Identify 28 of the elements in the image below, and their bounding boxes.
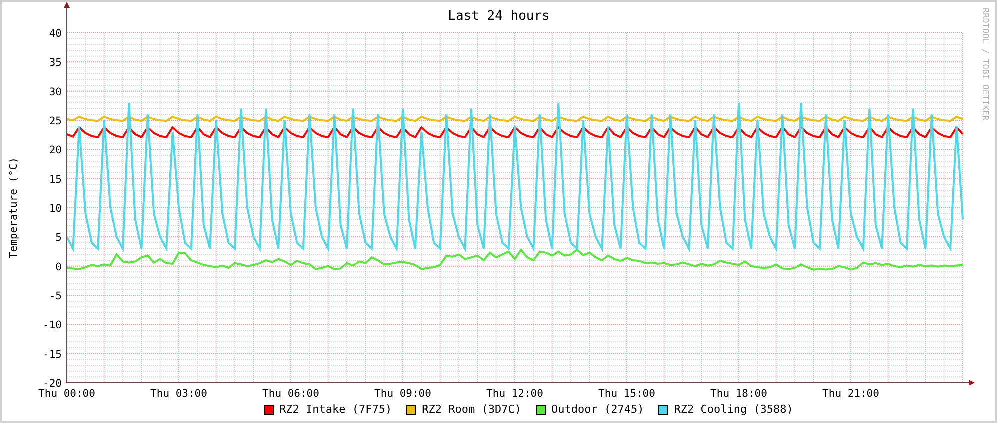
tick-label: Thu 00:00 <box>38 388 96 398</box>
side-text: RRDTOOL / TOBI OETIKER <box>980 8 990 121</box>
tick-label: Thu 15:00 <box>598 388 656 398</box>
tick-label: Thu 18:00 <box>710 388 768 398</box>
axis-title: Temperature (°C) <box>8 157 20 259</box>
tick-label: 0 <box>56 261 62 274</box>
tick-label: 30 <box>49 86 62 98</box>
tick-label: 25 <box>49 116 62 128</box>
tick-label: 15 <box>49 174 62 186</box>
legend-label: Outdoor (2745) <box>552 403 644 416</box>
legend-label: RZ2 Room (3D7C) <box>422 403 522 416</box>
tick-label: Thu 06:00 <box>262 388 320 398</box>
tick-label: -5 <box>49 290 62 302</box>
chart-title: Last 24 hours <box>448 9 550 24</box>
tick-label: Thu 09:00 <box>374 388 432 398</box>
tick-label: 10 <box>49 203 62 215</box>
tick-label: -10 <box>43 320 62 332</box>
legend-label: RZ2 Cooling (3588) <box>674 403 794 416</box>
tick-label: -20 <box>43 378 62 390</box>
tick-label: Thu 21:00 <box>822 388 880 398</box>
tick-label: 20 <box>49 144 62 157</box>
tick-label: 35 <box>49 57 62 70</box>
tick-label: Thu 12:00 <box>486 388 544 398</box>
legend-label: RZ2 Intake (7F75) <box>280 403 392 416</box>
tick-label: -15 <box>43 348 62 361</box>
tick-label: 40 <box>49 28 62 40</box>
tick-label: Thu 03:00 <box>150 388 208 398</box>
tick-label: 5 <box>56 232 62 244</box>
